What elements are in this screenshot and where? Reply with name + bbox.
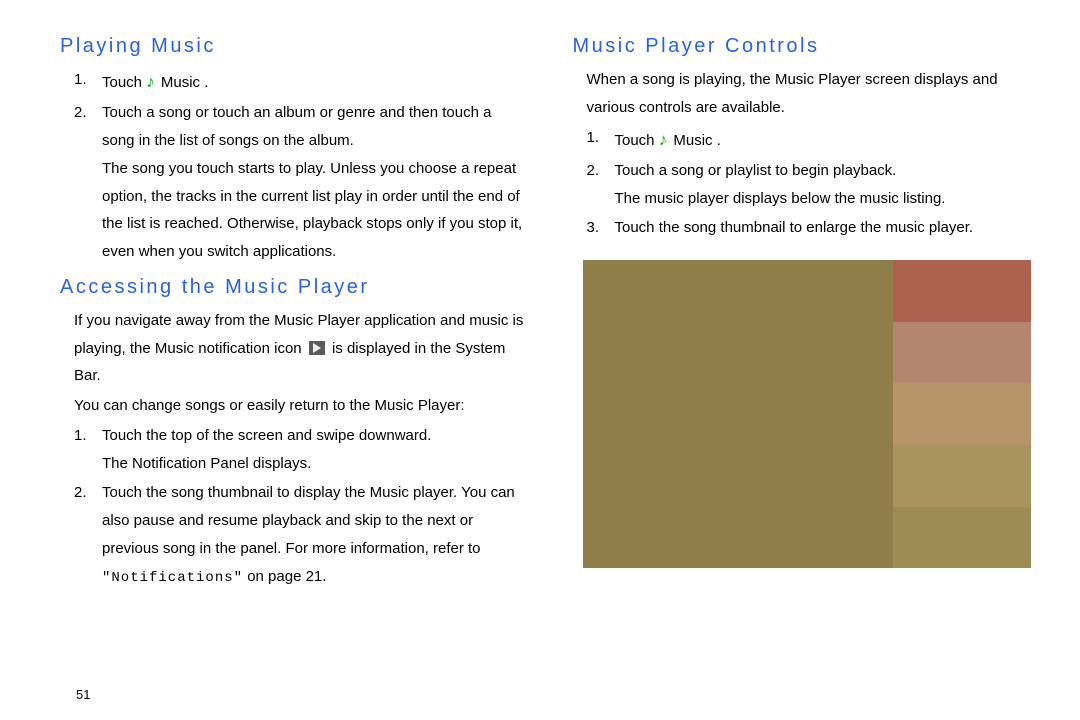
accessing-steps: 1. Touch the top of the screen and swipe…: [60, 422, 528, 592]
step-2-text-b: The song you touch starts to play. Unles…: [102, 155, 528, 266]
controls-intro: When a song is playing, the Music Player…: [573, 66, 1041, 122]
ctrl-step-1a: Touch: [615, 132, 655, 149]
manual-page: Playing Music 1. Touch ♪ Music . 2. Touc…: [0, 0, 1080, 594]
strip-3: [893, 383, 1031, 445]
step-1: 1. Touch ♪ Music .: [74, 66, 528, 97]
access-step-1: 1. Touch the top of the screen and swipe…: [74, 422, 528, 478]
step-2: 2. Touch a song or touch an album or gen…: [74, 99, 528, 266]
screenshot-main-area: [583, 260, 893, 568]
play-icon: [309, 341, 325, 355]
access-step-2b: on page 21.: [243, 568, 326, 585]
access-step-2a: Touch the song thumbnail to display the …: [102, 484, 515, 557]
playing-music-steps: 1. Touch ♪ Music . 2. Touch a song or to…: [60, 66, 528, 266]
strip-5: [893, 507, 1031, 569]
heading-playing-music: Playing Music: [60, 35, 528, 58]
strip-2: [893, 322, 1031, 384]
music-note-icon: ♪: [146, 66, 155, 97]
accessing-para-2: You can change songs or easily return to…: [60, 392, 528, 420]
music-note-icon: ♪: [659, 124, 668, 155]
access-step-1a: Touch the top of the screen and swipe do…: [102, 427, 431, 444]
ctrl-step-2: 2. Touch a song or playlist to begin pla…: [587, 157, 1041, 213]
music-player-screenshot: [583, 260, 1031, 568]
ctrl-step-1b: Music .: [673, 132, 721, 149]
step-2-text-a: Touch a song or touch an album or genre …: [102, 104, 491, 149]
notifications-ref: "Notifications": [102, 570, 243, 586]
ctrl-step-2b: The music player displays below the musi…: [615, 185, 1041, 213]
step-1-text-a: Touch: [102, 74, 142, 91]
access-step-1b: The Notification Panel displays.: [102, 450, 528, 478]
controls-steps: 1. Touch ♪ Music . 2. Touch a song or pl…: [573, 124, 1041, 243]
left-column: Playing Music 1. Touch ♪ Music . 2. Touc…: [60, 35, 538, 594]
ctrl-step-1: 1. Touch ♪ Music .: [587, 124, 1041, 155]
right-column: Music Player Controls When a song is pla…: [568, 35, 1041, 594]
access-step-2: 2. Touch the song thumbnail to display t…: [74, 479, 528, 591]
ctrl-step-3: 3. Touch the song thumbnail to enlarge t…: [587, 214, 1041, 242]
heading-accessing: Accessing the Music Player: [60, 276, 528, 299]
page-number: 51: [76, 687, 90, 702]
heading-controls: Music Player Controls: [573, 35, 1041, 58]
strip-1: [893, 260, 1031, 322]
step-1-text-b: Music .: [161, 74, 209, 91]
accessing-para-1: If you navigate away from the Music Play…: [60, 307, 528, 390]
screenshot-side-strips: [893, 260, 1031, 568]
ctrl-step-3a: Touch the song thumbnail to enlarge the …: [615, 219, 974, 236]
ctrl-step-2a: Touch a song or playlist to begin playba…: [615, 162, 897, 179]
strip-4: [893, 445, 1031, 507]
